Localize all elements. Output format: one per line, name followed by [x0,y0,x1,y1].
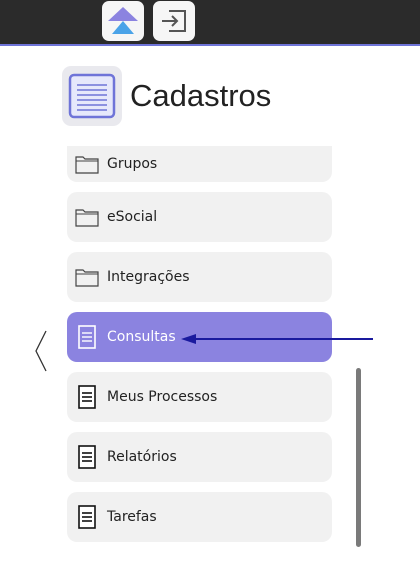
top-bar [0,0,420,46]
document-icon [75,385,99,409]
document-icon [75,325,99,349]
menu-item-label: Relatórios [107,449,177,465]
collapse-chevron-left-icon[interactable] [34,330,48,376]
menu-item-relatorios[interactable]: Relatórios [67,432,332,482]
page-header: Cadastros [62,66,271,126]
menu-item-label: eSocial [107,209,158,225]
menu-item-label: Consultas [107,329,176,345]
menu-item-label: Meus Processos [107,389,218,405]
folder-icon [75,152,99,176]
folder-icon [75,205,99,229]
sign-in-icon [162,10,186,32]
menu-item-esocial[interactable]: eSocial [67,192,332,242]
menu-item-meus-processos[interactable]: Meus Processos [67,372,332,422]
document-icon [75,505,99,529]
app-logo-icon [108,7,138,34]
page-title: Cadastros [130,78,272,113]
menu-item-label: Integrações [107,269,190,285]
menu-item-integracoes[interactable]: Integrações [67,252,332,302]
menu-scrollbar[interactable] [356,368,361,547]
app-logo-button[interactable] [102,1,144,41]
sign-in-button[interactable] [153,1,195,41]
annotation-arrow-icon [180,331,374,350]
document-icon [75,445,99,469]
menu-item-label: Tarefas [107,509,157,525]
folder-icon [75,265,99,289]
list-document-icon [62,66,122,126]
menu-item-grupos[interactable]: Grupos [67,146,332,182]
menu-item-label: Grupos [107,156,158,172]
menu-item-tarefas[interactable]: Tarefas [67,492,332,542]
